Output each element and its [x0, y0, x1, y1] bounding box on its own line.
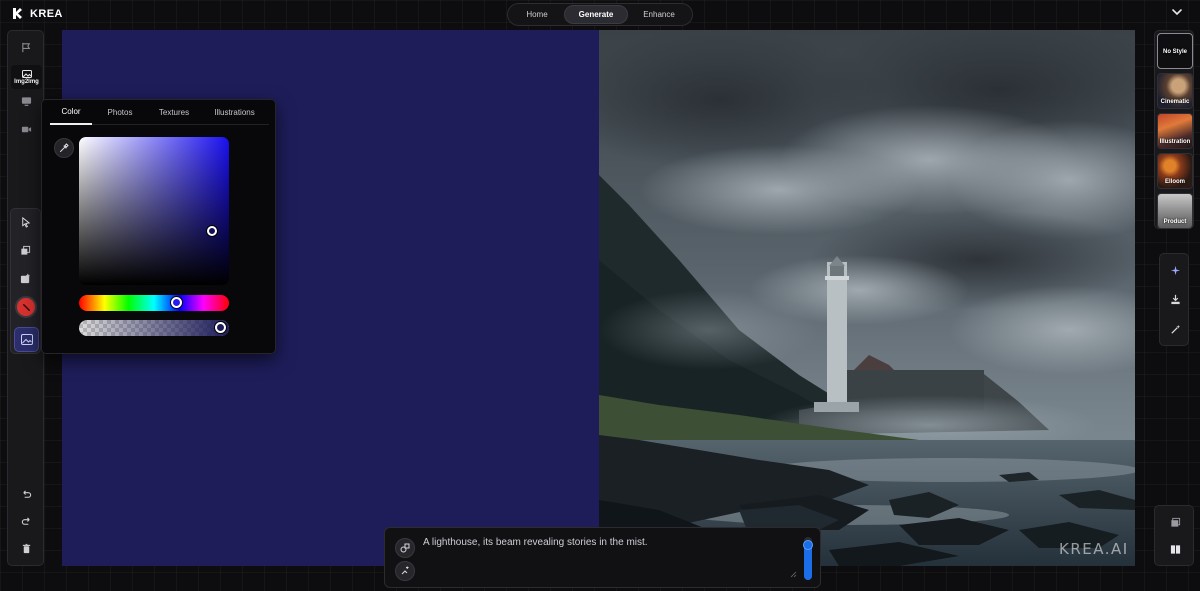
- krea-logo-icon: [13, 8, 22, 19]
- hue-slider-handle[interactable]: [171, 297, 182, 308]
- flag-icon: [22, 42, 31, 52]
- monitor-icon: [21, 96, 32, 106]
- image-upload-icon: [401, 566, 409, 575]
- strength-slider[interactable]: [803, 537, 813, 580]
- video-button[interactable]: [13, 118, 40, 140]
- trash-icon: [22, 543, 31, 553]
- split-view-button[interactable]: [1165, 539, 1185, 559]
- tab-color[interactable]: Color: [50, 100, 92, 125]
- tab-enhance[interactable]: Enhance: [628, 5, 690, 24]
- brand-name: KREA: [30, 7, 63, 20]
- canvas-tools: [10, 208, 41, 354]
- style-product[interactable]: Product: [1157, 193, 1193, 229]
- eyedropper-button[interactable]: [54, 138, 74, 158]
- download-icon: [1170, 294, 1180, 304]
- opacity-gradient: [79, 320, 229, 336]
- history-button[interactable]: [1165, 512, 1185, 532]
- brand[interactable]: KREA: [12, 7, 63, 20]
- left-toolbar: Img2Img: [7, 30, 44, 566]
- layers-icon: [21, 245, 31, 255]
- split-view-icon: [1170, 544, 1180, 554]
- lighthouse-image: [599, 30, 1135, 566]
- opacity-slider-handle[interactable]: [215, 322, 226, 333]
- prompt-upload-button[interactable]: [395, 561, 415, 581]
- sparkle-icon: [1170, 265, 1180, 275]
- color-picker-popover: Color Photos Textures Illustrations: [41, 99, 276, 354]
- prompt-input[interactable]: A lighthouse, its beam revealing stories…: [423, 536, 801, 582]
- image-icon: [20, 334, 33, 345]
- style-no-style[interactable]: No Style: [1157, 33, 1193, 69]
- tab-generate[interactable]: Generate: [564, 5, 628, 24]
- style-elloom[interactable]: Elloom: [1157, 153, 1193, 189]
- pointer-icon: [22, 216, 31, 228]
- brush-color-button[interactable]: [15, 296, 37, 318]
- background-color-button[interactable]: [14, 327, 39, 352]
- select-tool-button[interactable]: [12, 211, 39, 233]
- mode-label: Img2Img: [14, 78, 39, 85]
- paint-brush-icon: [22, 303, 30, 311]
- saturation-value-handle[interactable]: [207, 226, 217, 236]
- style-label: Illustration: [1159, 139, 1191, 145]
- prompt-settings-button[interactable]: [395, 538, 415, 558]
- undo-icon: [23, 489, 32, 498]
- magic-edit-button[interactable]: [1165, 319, 1185, 339]
- delete-button[interactable]: [13, 537, 40, 559]
- mode-img2img-button[interactable]: Img2Img: [11, 65, 42, 89]
- tab-textures[interactable]: Textures: [148, 100, 200, 125]
- watermark: KREA.AI: [1059, 540, 1129, 558]
- video-icon: [21, 126, 32, 132]
- style-label: No Style: [1162, 49, 1187, 55]
- flag-button[interactable]: [13, 36, 40, 58]
- layers-stack-icon: [1170, 517, 1180, 527]
- tab-illustrations[interactable]: Illustrations: [200, 100, 269, 125]
- redo-button[interactable]: [13, 510, 40, 532]
- prompt-box: A lighthouse, its beam revealing stories…: [384, 527, 821, 588]
- style-cinematic[interactable]: Cinematic: [1157, 73, 1193, 109]
- shapes-icon: [400, 543, 410, 553]
- tab-home[interactable]: Home: [510, 5, 564, 24]
- tab-photos[interactable]: Photos: [92, 100, 148, 125]
- image-actions: [1159, 253, 1189, 346]
- strength-slider-fill: [803, 540, 813, 580]
- chevron-down-icon[interactable]: [1171, 6, 1183, 18]
- eyedropper-icon: [60, 143, 69, 152]
- style-label: Product: [1163, 219, 1187, 225]
- style-label: Elloom: [1164, 179, 1185, 185]
- resize-grip-icon[interactable]: [790, 571, 797, 578]
- hue-slider[interactable]: [79, 295, 229, 311]
- strength-slider-handle[interactable]: [803, 540, 813, 551]
- layers-tool-button[interactable]: [12, 239, 39, 261]
- undo-button[interactable]: [13, 483, 40, 505]
- monitor-button[interactable]: [13, 90, 40, 112]
- color-picker-tabs: Color Photos Textures Illustrations: [50, 100, 269, 125]
- image-add-icon: [20, 273, 30, 283]
- generated-image[interactable]: KREA.AI: [599, 30, 1135, 566]
- redo-icon: [21, 516, 30, 525]
- style-label: Cinematic: [1160, 99, 1190, 105]
- opacity-slider[interactable]: [79, 320, 229, 336]
- magic-wand-icon: [1170, 324, 1180, 334]
- add-image-tool-button[interactable]: [12, 267, 39, 289]
- top-nav: Home Generate Enhance: [507, 3, 693, 26]
- view-controls: [1154, 505, 1194, 566]
- image-icon: [21, 69, 32, 78]
- style-illustration[interactable]: Illustration: [1157, 113, 1193, 149]
- enhance-button[interactable]: [1165, 260, 1185, 280]
- saturation-value-area[interactable]: [79, 137, 229, 285]
- style-presets: No Style Cinematic Illustration Elloom P…: [1154, 30, 1194, 229]
- download-button[interactable]: [1165, 289, 1185, 309]
